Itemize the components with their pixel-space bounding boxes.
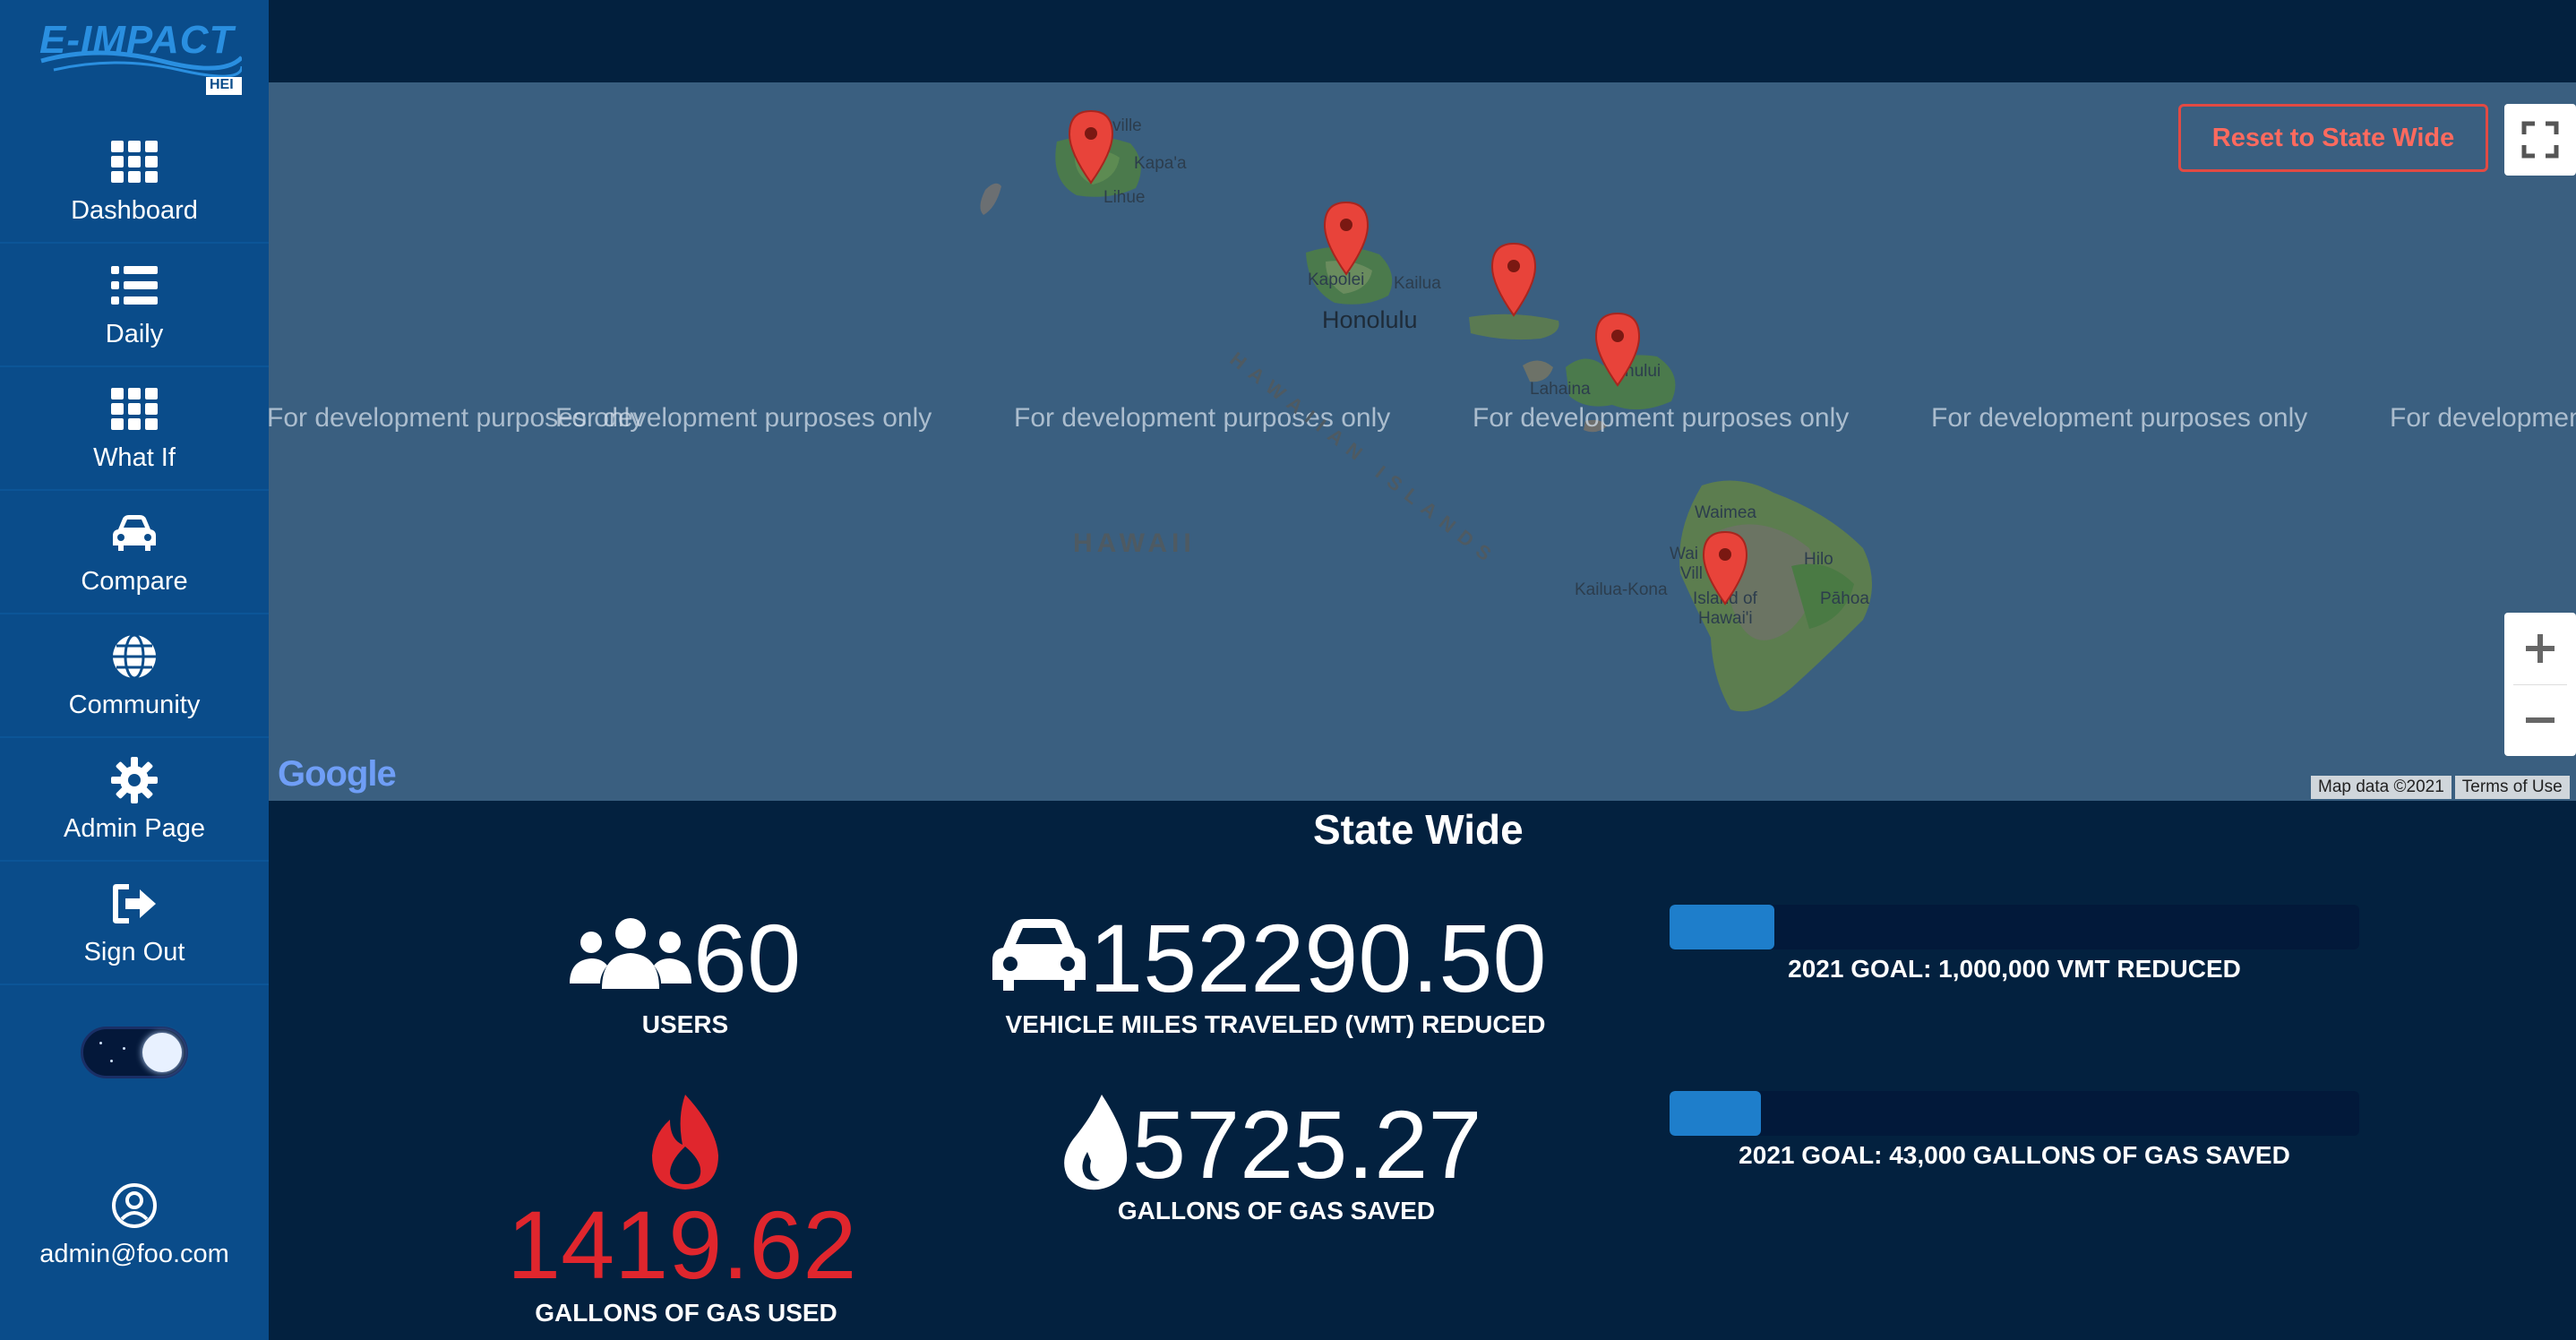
users-icon	[570, 918, 691, 989]
vmt-goal-progress-fill	[1670, 905, 1775, 949]
map-pin-icon[interactable]	[1593, 312, 1643, 387]
gas-used-label: GALLONS OF GAS USED	[535, 1299, 837, 1327]
map-attribution: Map data ©2021 Terms of Use	[2307, 776, 2570, 799]
star-icon	[123, 1047, 125, 1050]
google-logo[interactable]: Google	[278, 754, 397, 795]
map-watermark: For development purposes only	[1931, 403, 2308, 433]
map-pin-icon[interactable]	[1321, 201, 1371, 276]
place-label: ville	[1112, 116, 1142, 135]
nav-community-label: Community	[68, 690, 201, 719]
fullscreen-button[interactable]	[2504, 104, 2576, 176]
gas-goal-progress-bar	[1670, 1091, 2359, 1136]
map-pin-icon[interactable]	[1700, 530, 1750, 606]
gas-goal-label: 2021 GOAL: 43,000 GALLONS OF GAS SAVED	[1739, 1141, 2290, 1169]
car-icon	[992, 919, 1086, 991]
user-email: admin@foo.com	[39, 1240, 229, 1268]
place-label: Kapa'a	[1134, 154, 1187, 173]
gas-saved-value: 5725.27	[1132, 1090, 1482, 1198]
map-islands	[980, 136, 1872, 712]
place-label: Lahaina	[1530, 380, 1591, 399]
nav-daily-label: Daily	[105, 319, 164, 348]
plus-icon	[2526, 634, 2555, 663]
place-label: Wai	[1670, 545, 1699, 563]
nav-admin-page[interactable]: Admin Page	[0, 738, 269, 862]
map-data-credit: Map data ©2021	[2311, 776, 2451, 799]
grid-icon	[111, 387, 158, 430]
nav-admin-page-label: Admin Page	[64, 813, 205, 843]
grid-icon	[111, 140, 158, 183]
nav-what-if-label: What If	[93, 442, 176, 472]
moon-icon	[142, 1033, 182, 1072]
nav-compare[interactable]: Compare	[0, 491, 269, 614]
users-label: USERS	[641, 1010, 729, 1038]
drop-icon	[1064, 1095, 1128, 1190]
zoom-divider	[2513, 684, 2567, 685]
map-pin-icon[interactable]	[1489, 242, 1539, 317]
top-header	[269, 0, 2576, 82]
map-watermark: For development purposes only	[1473, 403, 1850, 433]
place-label: Hawai'i	[1698, 609, 1753, 628]
gas-goal-progress-fill	[1670, 1091, 1762, 1136]
gas-used-value: 1419.62	[507, 1190, 857, 1299]
reset-state-wide-button[interactable]: Reset to State Wide	[2178, 104, 2488, 172]
zoom-in-button[interactable]	[2504, 613, 2576, 684]
fire-icon	[652, 1095, 718, 1190]
map-view[interactable]: For development purposes only For develo…	[269, 82, 2576, 801]
place-label: Hilo	[1804, 550, 1833, 569]
map-pin-icon[interactable]	[1066, 109, 1116, 185]
sidebar: E-IMPACT HEI Dashboard Daily What If Com…	[0, 0, 269, 1340]
region-label-hawaii: HAWAII	[1073, 528, 1196, 558]
zoom-out-button[interactable]	[2504, 684, 2576, 756]
gas-saved-label: GALLONS OF GAS SAVED	[1117, 1197, 1436, 1224]
nav-compare-label: Compare	[81, 566, 188, 596]
sign-out-icon	[113, 883, 156, 923]
nav-community[interactable]: Community	[0, 614, 269, 738]
nav-dashboard-label: Dashboard	[71, 195, 198, 225]
place-label-honolulu: Honolulu	[1322, 306, 1418, 333]
list-icon	[111, 265, 158, 305]
vmt-reduced-label: VEHICLE MILES TRAVELED (VMT) REDUCED	[1005, 1010, 1546, 1038]
place-label: Pāhoa	[1820, 589, 1869, 608]
star-icon	[99, 1042, 102, 1044]
vmt-reduced-value: 152290.50	[1089, 904, 1547, 1012]
map-watermark: For development purposes only	[555, 403, 932, 433]
nav-what-if[interactable]: What If	[0, 367, 269, 491]
user-circle-icon	[112, 1183, 157, 1228]
place-label: Kailua	[1394, 274, 1441, 293]
nav-daily[interactable]: Daily	[0, 244, 269, 367]
nav-dashboard[interactable]: Dashboard	[0, 120, 269, 244]
place-label: Waimea	[1695, 503, 1756, 522]
car-icon	[113, 514, 156, 551]
app-logo[interactable]: E-IMPACT HEI	[36, 14, 242, 95]
nav-sign-out[interactable]: Sign Out	[0, 862, 269, 985]
nav-sign-out-label: Sign Out	[83, 937, 185, 966]
map-watermark: For development purposes only	[2390, 403, 2576, 433]
users-count: 60	[693, 904, 802, 1012]
fullscreen-icon	[2521, 121, 2559, 159]
google-logo-text: Google	[278, 754, 397, 794]
star-icon	[110, 1060, 113, 1062]
gear-icon	[111, 756, 158, 803]
globe-icon	[113, 633, 156, 679]
stats-title: State Wide	[1313, 806, 1524, 853]
place-label: Lihue	[1103, 188, 1146, 207]
minus-icon	[2526, 717, 2555, 723]
zoom-control	[2504, 613, 2576, 756]
place-label: Kailua-Kona	[1575, 580, 1668, 599]
logo-text: E-IMPACT	[39, 18, 235, 62]
vmt-goal-progress-bar	[1670, 905, 2359, 949]
terms-of-use-link[interactable]: Terms of Use	[2454, 776, 2570, 799]
logo-sub: HEI	[210, 77, 234, 92]
user-account[interactable]: admin@foo.com	[0, 1182, 269, 1269]
vmt-goal-label: 2021 GOAL: 1,000,000 VMT REDUCED	[1788, 955, 2241, 983]
theme-toggle[interactable]	[81, 1026, 188, 1078]
